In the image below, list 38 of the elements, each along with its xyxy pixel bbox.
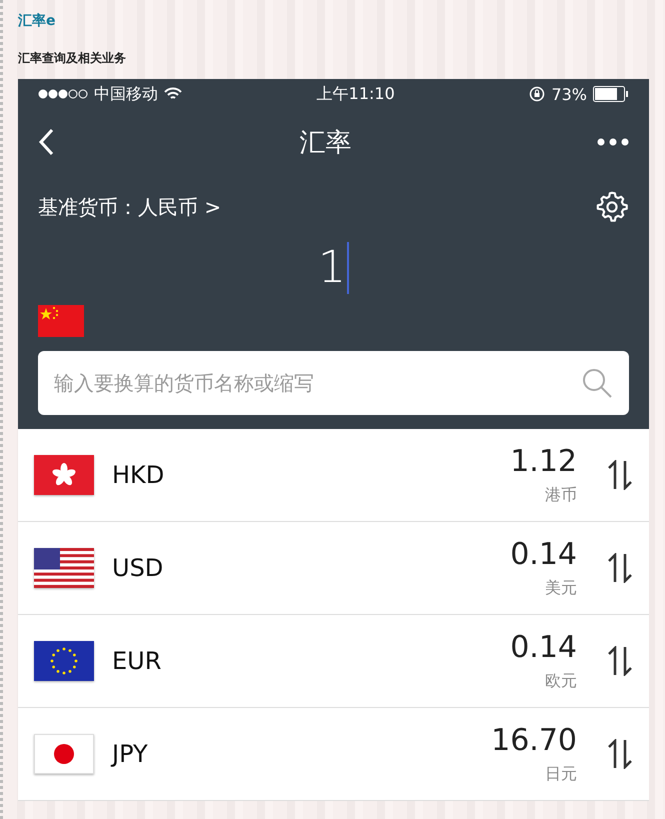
amount-input[interactable]: 1 (318, 242, 349, 294)
currency-name: 港币 (545, 485, 577, 506)
page-subtitle: 汇率查询及相关业务 (18, 50, 126, 67)
rate-value: 0.14 (510, 537, 577, 572)
japan-flag-icon (34, 734, 94, 774)
back-icon[interactable] (38, 128, 54, 156)
swap-icon[interactable] (607, 553, 633, 583)
currency-code: JPY (112, 740, 149, 768)
status-time: 上午11:10 (316, 84, 395, 104)
rate-value: 16.70 (491, 723, 577, 758)
swap-icon[interactable] (607, 646, 633, 676)
carrier-name: 中国移动 (94, 84, 158, 104)
currency-code: HKD (112, 461, 166, 489)
nav-title: 汇率 (300, 126, 352, 160)
base-currency-selector[interactable]: 基准货币：人民币 > (38, 194, 222, 220)
wifi-icon (164, 87, 182, 101)
more-icon[interactable] (597, 138, 629, 146)
swap-icon[interactable] (607, 739, 633, 769)
hong-kong-flag-icon (34, 455, 94, 495)
china-flag-icon (38, 305, 84, 337)
settings-icon[interactable] (595, 190, 629, 224)
currency-name: 美元 (545, 578, 577, 599)
battery-icon (593, 86, 629, 102)
us-flag-icon (34, 548, 94, 588)
search-icon (581, 367, 613, 399)
rate-value: 1.12 (510, 444, 577, 479)
currency-code: EUR (112, 647, 162, 675)
battery-percent: 73% (551, 84, 587, 104)
rate-value: 0.14 (510, 630, 577, 665)
currency-code: USD (112, 554, 164, 582)
page-title: 汇率e (18, 12, 56, 30)
swap-icon[interactable] (607, 460, 633, 490)
currency-name: 欧元 (545, 671, 577, 692)
currency-name: 日元 (545, 764, 577, 785)
rotation-lock-icon (529, 86, 546, 102)
signal-icon (38, 89, 88, 99)
eu-flag-icon (34, 641, 94, 681)
currency-search-field[interactable]: 输入要换算的货币名称或缩写 (38, 351, 629, 415)
